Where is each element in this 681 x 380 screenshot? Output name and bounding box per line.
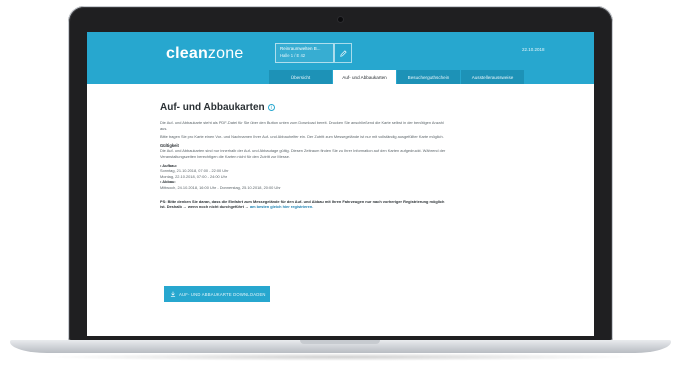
- app-header: cleanzone Reinraumwelten B... Halle 1 / …: [87, 32, 594, 84]
- edit-button[interactable]: [334, 43, 352, 63]
- intro-paragraph-1: Die Auf- und Abbaukarte steht als PDF-Da…: [160, 120, 444, 131]
- laptop-screen: cleanzone Reinraumwelten B... Halle 1 / …: [87, 32, 594, 336]
- base-notch: [300, 340, 380, 344]
- download-icon: [170, 291, 176, 297]
- pencil-icon: [339, 49, 347, 57]
- brand-logo[interactable]: cleanzone: [166, 45, 243, 63]
- download-button[interactable]: AUF- UND ABBAUKARTE DOWNLOADEN: [164, 286, 270, 302]
- intro-paragraph-2: Bitte tragen Sie pro Karte einen Vor- un…: [160, 134, 444, 140]
- camera: [338, 17, 343, 22]
- account-location: Halle 1 / E 42: [280, 53, 306, 58]
- page-title-text: Auf- und Abbaukarten: [160, 102, 265, 113]
- laptop-lid: cleanzone Reinraumwelten B... Halle 1 / …: [68, 6, 613, 342]
- download-button-label: AUF- UND ABBAUKARTE DOWNLOADEN: [179, 291, 266, 297]
- tab-setup-cards[interactable]: Auf- und Abbaukarten: [333, 70, 396, 84]
- validity-text: Die Auf- und Abbaukarten sind nur innerh…: [160, 148, 446, 159]
- account-selector[interactable]: Reinraumwelten B... Halle 1 / E 42: [275, 43, 334, 63]
- tab-visitor-voucher[interactable]: Besucherguthschein: [397, 70, 460, 84]
- page-title: Auf- und Abbaukarten i: [160, 102, 450, 113]
- registration-note: PS: Bitte denken Sie daran, dass die Ein…: [160, 199, 450, 210]
- registration-link[interactable]: am besten gleich hier registrieren.: [250, 204, 313, 209]
- main-content: Auf- und Abbaukarten i Die Auf- und Abba…: [160, 102, 450, 210]
- tab-overview[interactable]: Übersicht: [269, 70, 332, 84]
- laptop-base: [10, 340, 671, 353]
- info-icon[interactable]: i: [267, 104, 275, 111]
- brand-bold-text: clean: [166, 45, 208, 62]
- header-date: 22.10.2018: [522, 47, 545, 52]
- account-name: Reinraumwelten B...: [280, 46, 321, 51]
- tab-exhibitor-badges[interactable]: Ausstelleraussweise: [461, 70, 524, 84]
- base-shadow: [40, 353, 641, 361]
- tab-bar: Übersicht Auf- und Abbaukarten Besucherg…: [269, 70, 525, 84]
- brand-light-text: zone: [207, 45, 244, 62]
